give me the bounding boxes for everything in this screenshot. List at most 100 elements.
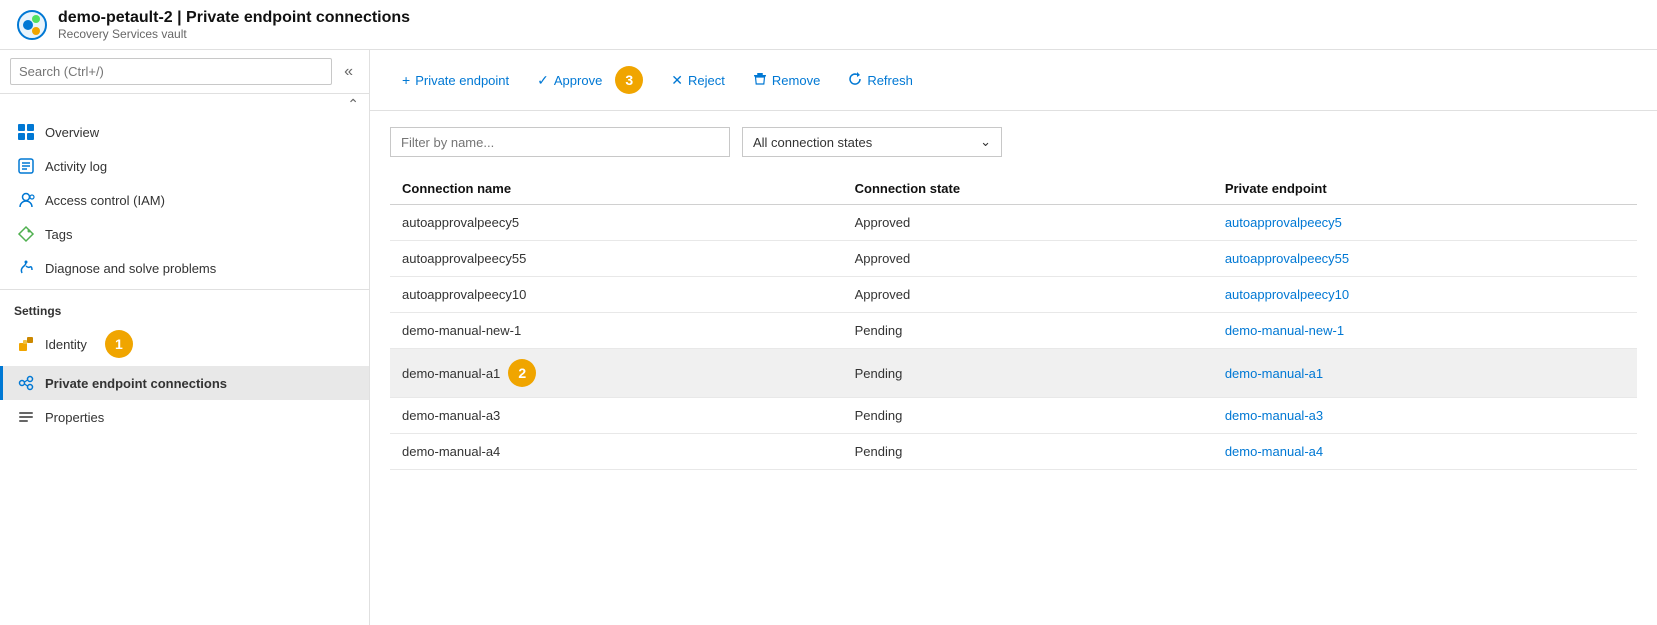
endpoint-connections-icon — [17, 374, 35, 392]
approve-button[interactable]: ✓ Approve 3 — [525, 60, 655, 100]
sidebar-item-tags[interactable]: Tags — [0, 217, 369, 251]
cell-private-endpoint[interactable]: demo-manual-new-1 — [1213, 313, 1637, 349]
check-icon: ✓ — [537, 72, 549, 89]
sidebar-item-access-control-label: Access control (IAM) — [45, 193, 165, 208]
cell-connection-name: autoapprovalpeecy10 — [390, 277, 843, 313]
add-private-endpoint-label: Private endpoint — [415, 73, 509, 88]
overview-icon — [17, 123, 35, 141]
table-row[interactable]: autoapprovalpeecy5Approvedautoapprovalpe… — [390, 205, 1637, 241]
endpoint-link[interactable]: demo-manual-a3 — [1225, 408, 1323, 423]
diagnose-icon — [17, 259, 35, 277]
col-header-connection-name: Connection name — [390, 173, 843, 205]
endpoint-link[interactable]: demo-manual-a4 — [1225, 444, 1323, 459]
sidebar-collapse-button[interactable]: « — [338, 61, 359, 83]
sidebar-item-activity-log-label: Activity log — [45, 159, 107, 174]
chevron-down-icon: ⌄ — [980, 134, 991, 150]
endpoint-link[interactable]: demo-manual-new-1 — [1225, 323, 1344, 338]
refresh-icon — [848, 72, 862, 89]
iam-icon — [17, 191, 35, 209]
filter-state-select[interactable]: All connection states ⌄ — [742, 127, 1002, 157]
toolbar: + Private endpoint ✓ Approve 3 ✕ Reject … — [370, 50, 1657, 111]
title-bar: demo-petault-2 | Private endpoint connec… — [0, 0, 1657, 50]
sidebar-item-identity[interactable]: Identity 1 — [0, 322, 369, 366]
trash-icon — [753, 72, 767, 89]
refresh-button[interactable]: Refresh — [836, 66, 925, 95]
remove-label: Remove — [772, 73, 820, 88]
title-text: demo-petault-2 | Private endpoint connec… — [58, 9, 410, 41]
scroll-up-button[interactable]: ⌃ — [347, 96, 359, 113]
cell-connection-name: demo-manual-a3 — [390, 398, 843, 434]
toolbar-badge-3: 3 — [615, 66, 643, 94]
properties-icon — [17, 408, 35, 426]
cell-connection-state: Pending — [843, 434, 1213, 470]
filter-row: All connection states ⌄ — [390, 127, 1637, 157]
table-row[interactable]: demo-manual-a3Pendingdemo-manual-a3 — [390, 398, 1637, 434]
table-row[interactable]: demo-manual-a4Pendingdemo-manual-a4 — [390, 434, 1637, 470]
sidebar-item-activity-log[interactable]: Activity log — [0, 149, 369, 183]
cell-private-endpoint[interactable]: demo-manual-a3 — [1213, 398, 1637, 434]
cell-connection-name: autoapprovalpeecy5 — [390, 205, 843, 241]
table-row[interactable]: demo-manual-new-1Pendingdemo-manual-new-… — [390, 313, 1637, 349]
sidebar-item-properties[interactable]: Properties — [0, 400, 369, 434]
plus-icon: + — [402, 72, 410, 88]
sidebar-item-identity-label: Identity — [45, 337, 87, 352]
content-area: All connection states ⌄ Connection name … — [370, 111, 1657, 625]
cell-connection-name: demo-manual-a12 — [390, 349, 843, 398]
sidebar-item-diagnose-label: Diagnose and solve problems — [45, 261, 216, 276]
approve-label: Approve — [554, 73, 602, 88]
cell-connection-state: Approved — [843, 241, 1213, 277]
cell-private-endpoint[interactable]: autoapprovalpeecy5 — [1213, 205, 1637, 241]
cell-connection-name: autoapprovalpeecy55 — [390, 241, 843, 277]
sidebar-item-overview-label: Overview — [45, 125, 99, 140]
connections-table: Connection name Connection state Private… — [390, 173, 1637, 470]
cell-connection-name: demo-manual-a4 — [390, 434, 843, 470]
filter-state-label: All connection states — [753, 135, 872, 150]
tags-icon — [17, 225, 35, 243]
endpoint-link[interactable]: demo-manual-a1 — [1225, 366, 1323, 381]
col-header-private-endpoint: Private endpoint — [1213, 173, 1637, 205]
table-body: autoapprovalpeecy5Approvedautoapprovalpe… — [390, 205, 1637, 470]
sidebar-item-access-control[interactable]: Access control (IAM) — [0, 183, 369, 217]
cell-private-endpoint[interactable]: demo-manual-a4 — [1213, 434, 1637, 470]
cell-connection-state: Approved — [843, 205, 1213, 241]
sidebar: « ⌃ Overview Activity log Access control… — [0, 50, 370, 625]
add-private-endpoint-button[interactable]: + Private endpoint — [390, 66, 521, 94]
settings-section-label: Settings — [0, 289, 369, 322]
table-header-row: Connection name Connection state Private… — [390, 173, 1637, 205]
app-icon — [16, 9, 48, 41]
endpoint-link[interactable]: autoapprovalpeecy5 — [1225, 215, 1342, 230]
cell-private-endpoint[interactable]: demo-manual-a1 — [1213, 349, 1637, 398]
sidebar-item-diagnose[interactable]: Diagnose and solve problems — [0, 251, 369, 285]
endpoint-link[interactable]: autoapprovalpeecy55 — [1225, 251, 1349, 266]
sidebar-item-tags-label: Tags — [45, 227, 72, 242]
refresh-label: Refresh — [867, 73, 913, 88]
cell-connection-state: Pending — [843, 349, 1213, 398]
cell-connection-state: Pending — [843, 313, 1213, 349]
page-subtitle: Recovery Services vault — [58, 27, 410, 41]
x-icon: ✕ — [671, 72, 683, 89]
sidebar-search-container: « — [0, 50, 369, 94]
table-row[interactable]: demo-manual-a12Pending demo-manual-a1 — [390, 349, 1637, 398]
sidebar-item-overview[interactable]: Overview — [0, 115, 369, 149]
sidebar-item-private-endpoint-connections[interactable]: Private endpoint connections — [0, 366, 369, 400]
endpoint-link[interactable]: autoapprovalpeecy10 — [1225, 287, 1349, 302]
cell-private-endpoint[interactable]: autoapprovalpeecy55 — [1213, 241, 1637, 277]
remove-button[interactable]: Remove — [741, 66, 832, 95]
activity-log-icon — [17, 157, 35, 175]
page-title: demo-petault-2 | Private endpoint connec… — [58, 9, 410, 27]
scroll-up-container: ⌃ — [0, 94, 369, 115]
search-input[interactable] — [10, 58, 332, 85]
reject-button[interactable]: ✕ Reject — [659, 66, 737, 95]
sidebar-badge-1: 1 — [105, 330, 133, 358]
cell-connection-state: Pending — [843, 398, 1213, 434]
table-row[interactable]: autoapprovalpeecy55Approvedautoapprovalp… — [390, 241, 1637, 277]
cell-private-endpoint[interactable]: autoapprovalpeecy10 — [1213, 277, 1637, 313]
identity-icon — [17, 335, 35, 353]
filter-name-input[interactable] — [390, 127, 730, 157]
row-badge-2: 2 — [508, 359, 536, 387]
cell-connection-name: demo-manual-new-1 — [390, 313, 843, 349]
table-row[interactable]: autoapprovalpeecy10Approvedautoapprovalp… — [390, 277, 1637, 313]
sidebar-item-endpoint-label: Private endpoint connections — [45, 376, 227, 391]
reject-label: Reject — [688, 73, 725, 88]
sidebar-item-properties-label: Properties — [45, 410, 104, 425]
